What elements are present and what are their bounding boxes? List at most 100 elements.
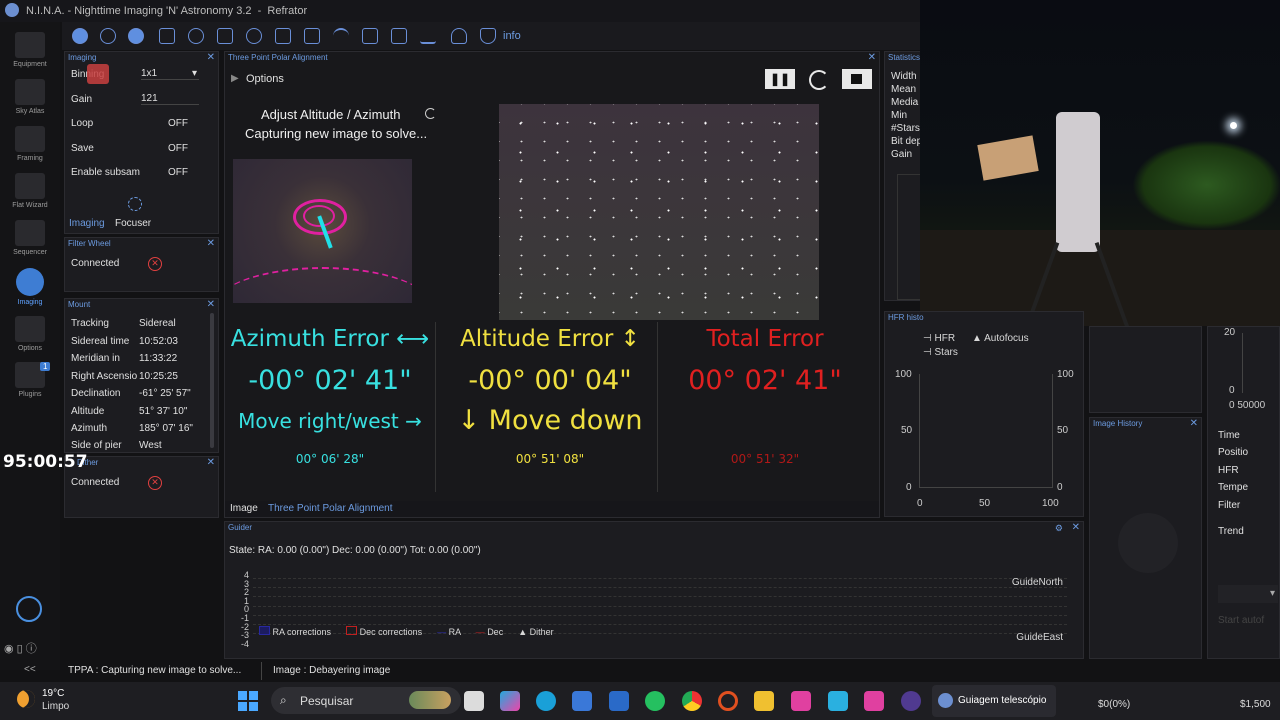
gain-input[interactable]: 121 xyxy=(141,93,199,105)
stat-label: Gain xyxy=(891,149,913,160)
info-button[interactable]: info xyxy=(503,30,521,42)
save-toggle[interactable]: OFF xyxy=(168,143,188,154)
sidebar-item-plugins[interactable]: Plugins 1 xyxy=(0,362,60,398)
mount-label: Altitude xyxy=(71,406,105,417)
binning-select[interactable]: 1x1 ▾ xyxy=(141,68,199,80)
mount-label: Declination xyxy=(71,388,121,399)
tppa-panel: Three Point Polar Alignment ✕ ▶ Options … xyxy=(224,51,880,518)
camera-panel-icon[interactable] xyxy=(72,28,88,44)
sidebar-item-imaging[interactable]: Imaging xyxy=(0,268,60,306)
guide-north-label: GuideNorth xyxy=(1011,577,1063,588)
search-box[interactable]: ⌕ Pesquisar xyxy=(271,687,461,714)
mount-label: Azimuth xyxy=(71,423,108,434)
close-icon[interactable]: ✕ xyxy=(1190,418,1198,429)
app-icon[interactable] xyxy=(609,691,629,711)
safety-panel-icon[interactable] xyxy=(480,28,496,44)
app-icon[interactable] xyxy=(864,691,884,711)
capture-spinner-icon xyxy=(128,197,142,211)
options-expander[interactable]: Options xyxy=(246,73,284,85)
stellarium-icon[interactable] xyxy=(901,691,921,711)
sidebar-item-framing[interactable]: Framing xyxy=(0,126,60,162)
tppa-step-status: Capturing new image to solve... xyxy=(245,126,428,141)
focuser-panel-icon[interactable] xyxy=(128,28,144,44)
active-window-button[interactable]: Guiagem telescópio xyxy=(932,685,1056,717)
close-icon[interactable]: ✕ xyxy=(207,457,215,468)
stop-button[interactable] xyxy=(842,69,872,89)
power-icon[interactable] xyxy=(16,596,42,622)
weather-icon[interactable] xyxy=(17,690,35,708)
star-field-image[interactable] xyxy=(499,104,819,320)
y-tick: 0 xyxy=(906,482,912,493)
windows-start-icon[interactable] xyxy=(238,691,258,711)
panel-title: Image History xyxy=(1093,419,1143,428)
guider-settings-icon[interactable]: ⚙ xyxy=(1055,523,1063,534)
sidebar-item-sky-atlas[interactable]: Sky Atlas xyxy=(0,79,60,115)
tab-image[interactable]: Image xyxy=(230,503,258,514)
copilot-icon[interactable] xyxy=(500,691,520,711)
panel-title: HFR histo xyxy=(888,313,924,322)
ticker-1: $0(0%) xyxy=(1098,699,1131,710)
close-icon[interactable]: ✕ xyxy=(207,238,215,249)
y-tick: 50 xyxy=(901,425,913,436)
opera-icon[interactable] xyxy=(718,691,738,711)
close-icon[interactable]: ✕ xyxy=(868,52,876,63)
disconnected-icon[interactable]: ✕ xyxy=(148,476,162,490)
app-icon[interactable] xyxy=(828,691,848,711)
statistics-panel-icon[interactable] xyxy=(391,28,407,44)
file-explorer-icon[interactable] xyxy=(754,691,774,711)
legend-autofocus: ▲ Autofocus xyxy=(972,333,1029,344)
sidebar-item-sequencer[interactable]: Sequencer xyxy=(0,220,60,256)
task-view-icon[interactable] xyxy=(464,691,484,711)
framing-panel-icon[interactable] xyxy=(159,28,175,44)
mount-value: 11:33:22 xyxy=(139,353,178,364)
pause-button[interactable]: ❚❚ xyxy=(765,69,795,89)
dome-panel-icon[interactable] xyxy=(333,28,349,44)
guider-panel: Guider ✕ ⚙ State: RA: 0.00 (0.00") Dec: … xyxy=(224,521,1084,659)
altitude-error-label: Altitude Error ↕ xyxy=(460,326,640,352)
loop-toggle[interactable]: OFF xyxy=(168,118,188,129)
sidebar-item-options[interactable]: Options xyxy=(0,316,60,352)
legend-stars: ⊣ Stars xyxy=(923,347,958,358)
mount-scrollbar[interactable] xyxy=(210,313,214,448)
sequence-panel-icon[interactable] xyxy=(275,28,291,44)
method-select[interactable]: ▾ xyxy=(1218,585,1278,603)
rotator-panel-icon[interactable] xyxy=(188,28,204,44)
tab-three-point-polar-alignment[interactable]: Three Point Polar Alignment xyxy=(268,503,393,514)
start-autofocus-button[interactable]: Start autof xyxy=(1218,615,1264,626)
star-map-icon xyxy=(15,79,45,105)
close-icon[interactable]: ✕ xyxy=(1072,522,1080,533)
hfr-panel-icon[interactable] xyxy=(420,28,436,44)
tab-imaging[interactable]: Imaging xyxy=(69,218,105,229)
mount-panel-icon[interactable] xyxy=(217,28,233,44)
guider-panel-icon[interactable] xyxy=(246,28,262,44)
guide-east-label: GuideEast xyxy=(1016,632,1063,643)
stat-label: Media xyxy=(891,97,919,108)
disconnected-icon[interactable]: ✕ xyxy=(148,257,162,271)
store-icon[interactable] xyxy=(572,691,592,711)
sidebar-item-flat-wizard[interactable]: Flat Wizard xyxy=(0,173,60,209)
weather-panel-icon[interactable] xyxy=(362,28,378,44)
options-chevron-icon[interactable]: ▶ xyxy=(231,73,239,84)
app-icon[interactable] xyxy=(791,691,811,711)
webcam-overlay xyxy=(920,0,1280,328)
edge-icon[interactable] xyxy=(536,691,556,711)
empty-panel xyxy=(1089,326,1202,413)
adjustments-panel-icon[interactable] xyxy=(304,28,320,44)
imaging-panel: Imaging ✕ Binning 1x1▾ Gain 121 Loop OFF… xyxy=(64,51,219,234)
collapse-button[interactable]: << xyxy=(24,664,36,675)
gain-label: Gain xyxy=(71,94,93,105)
tab-focuser[interactable]: Focuser xyxy=(115,218,151,229)
bulb-panel-icon[interactable] xyxy=(451,28,467,44)
close-icon[interactable]: ✕ xyxy=(207,52,215,63)
footer-icons[interactable]: ◉ ▯ ⓘ xyxy=(4,640,56,655)
chrome-icon[interactable] xyxy=(682,691,702,711)
close-icon[interactable]: ✕ xyxy=(207,299,215,310)
sidebar-item-equipment[interactable]: Equipment xyxy=(0,32,60,68)
whatsapp-icon[interactable] xyxy=(645,691,665,711)
panel-title: Filter Wheel xyxy=(68,239,111,248)
subsample-toggle[interactable]: OFF xyxy=(168,167,188,178)
focus-label: Trend xyxy=(1218,526,1244,537)
focus-label: Filter xyxy=(1218,500,1241,511)
filter-wheel-panel-icon[interactable] xyxy=(100,28,116,44)
title-bar: N.I.N.A. - Nighttime Imaging 'N' Astrono… xyxy=(0,0,920,22)
